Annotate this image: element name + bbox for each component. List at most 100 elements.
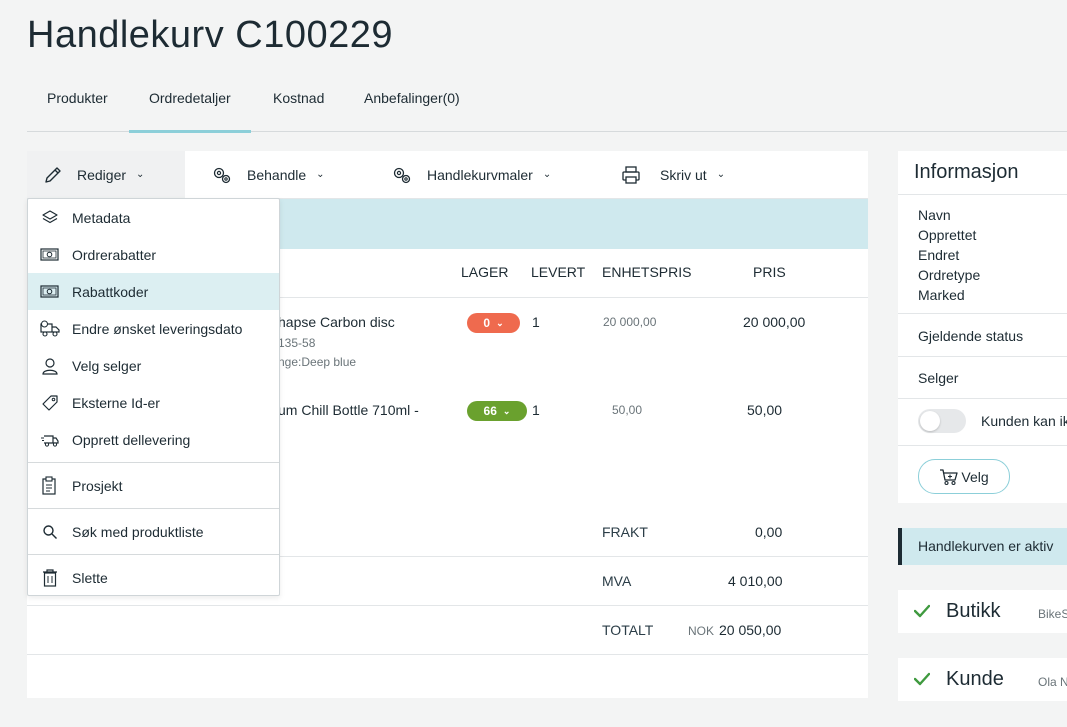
print-button[interactable]: Skriv ut ⌄ (620, 151, 725, 198)
chevron-down-icon: ⌄ (542, 169, 552, 180)
menu-item-label: Endre ønsket leveringsdato (72, 320, 243, 337)
store-card[interactable]: Butikk BikeS (898, 590, 1067, 633)
divider (27, 654, 868, 655)
edit-dropdown-menu: Metadata Ordrerabatter Rabattkoder Endre… (27, 198, 280, 596)
price-value: 20 000,00 (743, 314, 806, 330)
money-icon (40, 245, 60, 265)
stock-badge[interactable]: 66 ⌄ (467, 401, 527, 421)
menu-item-endre-leveringsdato[interactable]: Endre ønsket leveringsdato (28, 310, 279, 347)
divider (898, 445, 1067, 446)
edit-button[interactable]: Rediger ⌄ (27, 151, 185, 198)
menu-item-velg-selger[interactable]: Velg selger (28, 347, 279, 384)
menu-item-label: Slette (72, 569, 108, 586)
customer-toggle[interactable] (918, 409, 966, 433)
menu-item-label: Rabattkoder (72, 283, 149, 300)
product-name[interactable]: um Chill Bottle 710ml - (278, 402, 419, 418)
choose-button[interactable]: Velg (918, 459, 1010, 494)
menu-item-rabattkoder[interactable]: Rabattkoder (28, 273, 279, 310)
vat-value: 4 010,00 (728, 573, 783, 589)
divider (898, 313, 1067, 314)
info-field-endret: Endret (918, 247, 960, 263)
info-field-navn: Navn (918, 207, 951, 223)
clipboard-icon (40, 475, 60, 496)
card-title: Butikk (946, 600, 1001, 622)
trash-icon (40, 568, 60, 588)
unit-price-value: 20 000,00 (603, 315, 657, 329)
edit-label: Rediger (77, 166, 127, 183)
process-button[interactable]: Behandle ⌄ (211, 151, 325, 198)
card-title: Kunde (946, 668, 1004, 690)
info-field-ordretype: Ordretype (918, 267, 981, 283)
menu-item-prosjekt[interactable]: Prosjekt (28, 467, 279, 504)
tab-ordredetaljer[interactable]: Ordredetaljer (129, 78, 251, 133)
seller-label: Selger (918, 370, 959, 386)
tag-icon (40, 393, 60, 413)
info-field-opprettet: Opprettet (918, 227, 977, 243)
divider (898, 356, 1067, 357)
customer-card[interactable]: Kunde Ola N (898, 658, 1067, 701)
price-value: 50,00 (747, 402, 783, 418)
menu-divider (28, 554, 279, 555)
printer-icon (622, 165, 640, 184)
menu-item-metadata[interactable]: Metadata (28, 199, 279, 236)
delivery-icon (40, 430, 60, 450)
truck-clock-icon (40, 319, 60, 339)
toggle-knob (920, 411, 940, 431)
stock-badge[interactable]: 0 ⌄ (467, 313, 520, 333)
divider (27, 605, 868, 606)
col-header-unit-price: ENHETSPRIS (602, 264, 692, 280)
chevron-down-icon: ⌄ (316, 169, 325, 180)
card-value: Ola N (1038, 675, 1067, 689)
col-header-delivered: LEVERT (531, 264, 586, 280)
delivered-value: 1 (532, 402, 540, 418)
col-header-price: PRIS (753, 264, 786, 280)
menu-item-slette[interactable]: Slette (28, 559, 279, 596)
info-field-marked: Marked (918, 287, 965, 303)
toggle-label: Kunden kan ik (981, 413, 1067, 429)
divider (898, 398, 1067, 399)
stock-value: 66 (483, 404, 497, 418)
templates-button[interactable]: Handlekurvmaler ⌄ (391, 151, 551, 198)
print-label: Skriv ut (660, 166, 707, 183)
tab-anbefalinger[interactable]: Anbefalinger(0) (364, 78, 460, 130)
info-panel: Informasjon Navn Opprettet Endret Ordret… (898, 151, 1067, 503)
vat-label: MVA (602, 573, 632, 589)
pencil-icon (45, 166, 61, 183)
menu-item-eksterne-id[interactable]: Eksterne Id-er (28, 384, 279, 421)
tab-bar: Produkter Ordredetaljer Kostnad Anbefali… (27, 78, 1067, 133)
status-label: Gjeldende status (918, 328, 1024, 344)
chevron-down-icon: ⌄ (716, 169, 726, 180)
process-label: Behandle (247, 166, 307, 183)
menu-item-sok-produktliste[interactable]: Søk med produktliste (28, 513, 279, 550)
menu-item-label: Ordrerabatter (72, 246, 157, 263)
layers-icon (40, 208, 60, 228)
info-title: Informasjon (914, 161, 1019, 183)
menu-item-label: Opprett dellevering (72, 431, 191, 448)
shipping-label: FRAKT (602, 524, 648, 540)
total-value: 20 050,00 (719, 622, 782, 638)
unit-price-value: 50,00 (612, 403, 643, 417)
money-icon (40, 282, 60, 302)
templates-label: Handlekurvmaler (427, 166, 533, 183)
cart-active-banner: Handlekurven er aktiv (898, 528, 1067, 565)
checkmark-icon (914, 604, 930, 618)
shipping-value: 0,00 (755, 524, 783, 540)
tab-produkter[interactable]: Produkter (47, 78, 108, 130)
menu-item-ordrerabatter[interactable]: Ordrerabatter (28, 236, 279, 273)
gears-icon (213, 167, 231, 183)
product-sku: 135-58 (278, 336, 316, 350)
page-title: Handlekurv C100229 (27, 14, 394, 56)
choose-label: Velg (961, 468, 989, 485)
menu-item-label: Prosjekt (72, 477, 123, 494)
menu-divider (28, 462, 279, 463)
menu-item-label: Søk med produktliste (72, 523, 204, 540)
product-name[interactable]: hapse Carbon disc (278, 314, 395, 330)
col-header-stock: LAGER (461, 264, 509, 280)
active-text: Handlekurven er aktiv (918, 538, 1054, 554)
cart-icon (940, 468, 959, 485)
stock-value: 0 (483, 316, 491, 330)
tab-kostnad[interactable]: Kostnad (273, 78, 324, 130)
search-icon (40, 522, 60, 542)
toolbar: Rediger ⌄ Behandle ⌄ Handlekurvmaler ⌄ S… (27, 151, 868, 199)
menu-item-opprett-dellevering[interactable]: Opprett dellevering (28, 421, 279, 458)
